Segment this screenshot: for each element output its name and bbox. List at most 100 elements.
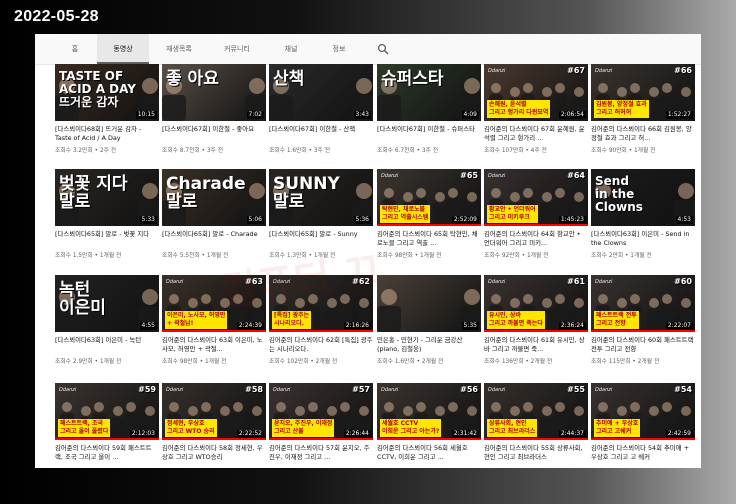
video-title[interactable]: 김어준의 다스뵈이다 61회 유시민, 상바 그리고 까불면 죽... [484, 336, 588, 353]
video-card[interactable]: 5:35 민은홍 - 민현기 - 그리운 금강산 (piano, 김철웅) 조회수 … [377, 275, 481, 367]
video-title[interactable]: 김어준의 다스뵈이다 67회 윤혜원, 윤석렬 그리고 헝가리 ... [484, 125, 588, 142]
video-title[interactable]: 김어준의 다스뵈이다 56회 세월호 CCTV, 이희운 그리고 ... [377, 444, 481, 461]
video-thumbnail[interactable]: 산책 3:43 [269, 64, 373, 121]
episode-number: #55 [567, 385, 585, 394]
video-thumbnail[interactable]: Ddanzi #54 추미애 + 우상호 그리고 고쉐커 2:42:59 [591, 383, 695, 440]
video-meta: 조회수 107만회 • 4주 전 [484, 148, 547, 154]
video-card[interactable]: 녹턴 이은미 4:55 [다스뵈이다63회] 이은미 - 녹턴 조회수 2.9만회 •… [55, 275, 159, 367]
episode-number: #59 [138, 385, 156, 394]
video-thumbnail[interactable]: Ddanzi #63 이은미, 노사모, 허영만 + 곽철남! 2:24:39 [162, 275, 266, 332]
video-card[interactable]: Ddanzi #55 상류사회, 현인 그리고 최브라더스 2:44:37 김어준의 다… [484, 383, 588, 468]
episode-number: #65 [460, 171, 478, 180]
video-card[interactable]: Ddanzi #58 정세현, 우상호 그리고 WTO 승리 2:22:52 김어준의 … [162, 383, 266, 468]
video-title[interactable]: 김어준의 다스뵈이다 54회 추미애 + 우상호 그리고 고 쉐커 [591, 444, 695, 461]
video-card[interactable]: SUNNY 말로 5:36 [다스뵈이다65회] 말로 - Sunny 조회수 1.3… [269, 169, 373, 261]
video-meta: 조회수 3.2만회 • 2주 전 [55, 148, 117, 154]
video-title[interactable]: 김어준의 다스뵈이다 65회 탁현민, 채로노블 그리고 역출 ... [377, 230, 481, 247]
video-title[interactable]: [다스뵈이다63회] 이은미 - 녹턴 [55, 336, 159, 345]
video-title[interactable]: [다스뵈이다67회] 이한철 - 산책 [269, 125, 373, 134]
video-thumbnail[interactable]: Ddanzi #59 패스트트랙, 조국 그리고 올이 풀렸다 2:12:03 [55, 383, 159, 440]
video-thumbnail[interactable]: 녹턴 이은미 4:55 [55, 275, 159, 332]
video-title[interactable]: [다스뵈이다65회] 말로 - Charade [162, 230, 266, 239]
brand-logo: Ddanzi [166, 279, 184, 285]
video-title[interactable]: [다스뵈이다63회] 이은미 - Send in the Clowns [591, 230, 695, 247]
video-duration: 2:31:42 [451, 430, 479, 438]
video-card[interactable]: 좋 아요 7:02 [다스뵈이다67회] 이한철 - 좋아요 조회수 8.7천회 • … [162, 64, 266, 156]
tab-home[interactable]: 홈 [57, 34, 93, 64]
video-thumbnail[interactable]: 슈퍼스타 4:09 [377, 64, 481, 121]
video-thumbnail[interactable]: Ddanzi #65 탁현민, 채로노블 그리고 역출시스템 2:52:09 [377, 169, 481, 226]
video-title[interactable]: 김어준의 다스뵈이다 60회 패스트트랙 전투 그리고 전향 [591, 336, 695, 353]
video-title[interactable]: 김어준의 다스뵈이다 59회 패스트트랙, 조국 그리고 올이 ... [55, 444, 159, 461]
tab-channels[interactable]: 채널 [271, 34, 311, 64]
video-card[interactable]: 벚꽃 지다 말로 5:33 [다스뵈이다65회] 말로 - 벚꽃 지다 조회수 1.5… [55, 169, 159, 261]
tab-community[interactable]: 커뮤니티 [213, 34, 261, 64]
video-card[interactable]: Ddanzi #62 [특집] 광주는 시나리오다. 2:16:26 김어준의 다스뵈이… [269, 275, 373, 367]
video-title[interactable]: [다스뵈이다67회] 이한철 - 슈퍼스타 [377, 125, 481, 134]
video-card[interactable]: Send in the Clowns 4:53 [다스뵈이다63회] 이은미 - S… [591, 169, 695, 261]
video-title[interactable]: 김어준의 다스뵈이다 57회 윤지오, 주진우, 이재정 그리고 ... [269, 444, 373, 461]
video-card[interactable]: Ddanzi #60 패스트트랙 전투 그리고 전향 2:22:07 김어준의 다스뵈이… [591, 275, 695, 367]
thumbnail-caption: 황교안 • 언더워어 그리고 미키루크 [487, 205, 538, 223]
video-title[interactable]: 김어준의 다스뵈이다 66회 김원봉, 양정철 효과 그리고 허... [591, 125, 695, 142]
video-thumbnail[interactable]: Ddanzi #61 유시민, 상바 그리고 까불면 죽는다 2:36:24 [484, 275, 588, 332]
video-thumbnail[interactable]: 5:35 [377, 275, 481, 332]
tab-about[interactable]: 정보 [319, 34, 359, 64]
video-card[interactable]: Ddanzi #57 윤지오, 주진우, 이재정 그리고 산불 2:26:44 김어준의… [269, 383, 373, 468]
episode-number: #64 [567, 171, 585, 180]
video-thumbnail[interactable]: 좋 아요 7:02 [162, 64, 266, 121]
video-title[interactable]: [다스뵈이다68회] 뜨거운 감자 - Taste of Acid / A Da… [55, 125, 159, 142]
video-card[interactable]: TASTE OF ACID A DAY 뜨거운 감자 10:15 [다스뵈이다68회… [55, 64, 159, 156]
video-title[interactable]: 김어준의 다스뵈이다 64회 항교안 • 언더워어 그리고 미키... [484, 230, 588, 247]
video-thumbnail[interactable]: Ddanzi #66 김원봉, 양정철 효과 그리고 허허허 1:52:27 [591, 64, 695, 121]
episode-number: #62 [352, 277, 370, 286]
video-title[interactable]: [다스뵈이다67회] 이한철 - 좋아요 [162, 125, 266, 134]
video-thumbnail[interactable]: Ddanzi #62 [특집] 광주는 시나리오다. 2:16:26 [269, 275, 373, 332]
thumbnail-caption: Send in the Clowns [595, 174, 643, 214]
video-title[interactable]: 김어준의 다스뵈이다 55회 상류사회, 현인 그리고 최브라더스 [484, 444, 588, 461]
episode-number: #67 [567, 66, 585, 75]
video-card[interactable]: 산책 3:43 [다스뵈이다67회] 이한철 - 산책 조회수 1.6만회 • 3주 … [269, 64, 373, 156]
video-thumbnail[interactable]: Ddanzi #60 패스트트랙 전투 그리고 전향 2:22:07 [591, 275, 695, 332]
video-card[interactable]: Charade 말로 5:06 [다스뵈이다65회] 말로 - Charade 조회수… [162, 169, 266, 261]
thumbnail-caption: 패스트트랙 전투 그리고 전향 [594, 311, 639, 329]
episode-number: #66 [674, 66, 692, 75]
video-meta: 조회수 136만회 • 2개월 전 [484, 359, 553, 365]
video-thumbnail[interactable]: 벚꽃 지다 말로 5:33 [55, 169, 159, 226]
video-card[interactable]: Ddanzi #59 패스트트랙, 조국 그리고 올이 풀렸다 2:12:03 김어준의… [55, 383, 159, 468]
video-card[interactable]: Ddanzi #67 손혜원, 윤석렬 그리고 헝가리 다윈묘역 2:06:54 김어준… [484, 64, 588, 156]
episode-number: #63 [245, 277, 263, 286]
video-thumbnail[interactable]: Ddanzi #57 윤지오, 주진우, 이재정 그리고 산불 2:26:44 [269, 383, 373, 440]
tab-playlists[interactable]: 재생목록 [155, 34, 203, 64]
video-thumbnail[interactable]: Ddanzi #67 손혜원, 윤석렬 그리고 헝가리 다윈묘역 2:06:54 [484, 64, 588, 121]
tab-videos[interactable]: 동영상 [97, 34, 149, 64]
video-card[interactable]: Ddanzi #66 김원봉, 양정철 효과 그리고 허허허 1:52:27 김어준의 … [591, 64, 695, 156]
thumbnail-caption: 좋 아요 [166, 69, 219, 89]
video-thumbnail[interactable]: Send in the Clowns 4:53 [591, 169, 695, 226]
video-card[interactable]: Ddanzi #54 추미애 + 우상호 그리고 고쉐커 2:42:59 김어준의 다스… [591, 383, 695, 468]
video-card[interactable]: 슈퍼스타 4:09 [다스뵈이다67회] 이한철 - 슈퍼스타 조회수 6.7천회 •… [377, 64, 481, 156]
video-thumbnail[interactable]: Ddanzi #56 세월호 CCTV 이희운 그리고 아는가? 2:31:42 [377, 383, 481, 440]
video-card[interactable]: Ddanzi #64 황교안 • 언더워어 그리고 미키루크 1:45:23 김어준의 … [484, 169, 588, 261]
thumbnail-caption: 정세현, 우상호 그리고 WTO 승리 [165, 419, 217, 437]
video-thumbnail[interactable]: Ddanzi #58 정세현, 우상호 그리고 WTO 승리 2:22:52 [162, 383, 266, 440]
video-thumbnail[interactable]: TASTE OF ACID A DAY 뜨거운 감자 10:15 [55, 64, 159, 121]
video-title[interactable]: 김어준의 다스뵈이다 63회 이은미, 노사모, 허영만 + 곽철... [162, 336, 266, 353]
video-card[interactable]: Ddanzi #56 세월호 CCTV 이희운 그리고 아는가? 2:31:42 김어준… [377, 383, 481, 468]
video-title[interactable]: [다스뵈이다65회] 말로 - Sunny [269, 230, 373, 239]
video-meta: 조회수 1.6만회 • 2개월 전 [377, 359, 444, 365]
video-title[interactable]: 김어준의 다스뵈이다 62회 [특집] 광주는 시나리오다. [269, 336, 373, 353]
search-icon[interactable] [377, 43, 389, 55]
video-thumbnail[interactable]: Ddanzi #55 상류사회, 현인 그리고 최브라더스 2:44:37 [484, 383, 588, 440]
video-card[interactable]: Ddanzi #65 탁현민, 채로노블 그리고 역출시스템 2:52:09 김어준의 … [377, 169, 481, 261]
video-title[interactable]: 민은홍 - 민현기 - 그리운 금강산 (piano, 김철웅) [377, 336, 481, 353]
video-thumbnail[interactable]: Ddanzi #64 황교안 • 언더워어 그리고 미키루크 1:45:23 [484, 169, 588, 226]
video-card[interactable]: Ddanzi #61 유시민, 상바 그리고 까불면 죽는다 2:36:24 김어준의 … [484, 275, 588, 367]
brand-logo: Ddanzi [273, 387, 291, 393]
video-thumbnail[interactable]: SUNNY 말로 5:36 [269, 169, 373, 226]
video-card[interactable]: Ddanzi #63 이은미, 노사모, 허영만 + 곽철남! 2:24:39 김어준의… [162, 275, 266, 367]
video-title[interactable]: [다스뵈이다65회] 말로 - 벚꽃 지다 [55, 230, 159, 239]
video-title[interactable]: 김어준의 다스뵈이다 58회 정세현, 우상호 그리고 WTO승리 [162, 444, 266, 461]
video-thumbnail[interactable]: Charade 말로 5:06 [162, 169, 266, 226]
video-duration: 2:52:09 [451, 216, 479, 224]
